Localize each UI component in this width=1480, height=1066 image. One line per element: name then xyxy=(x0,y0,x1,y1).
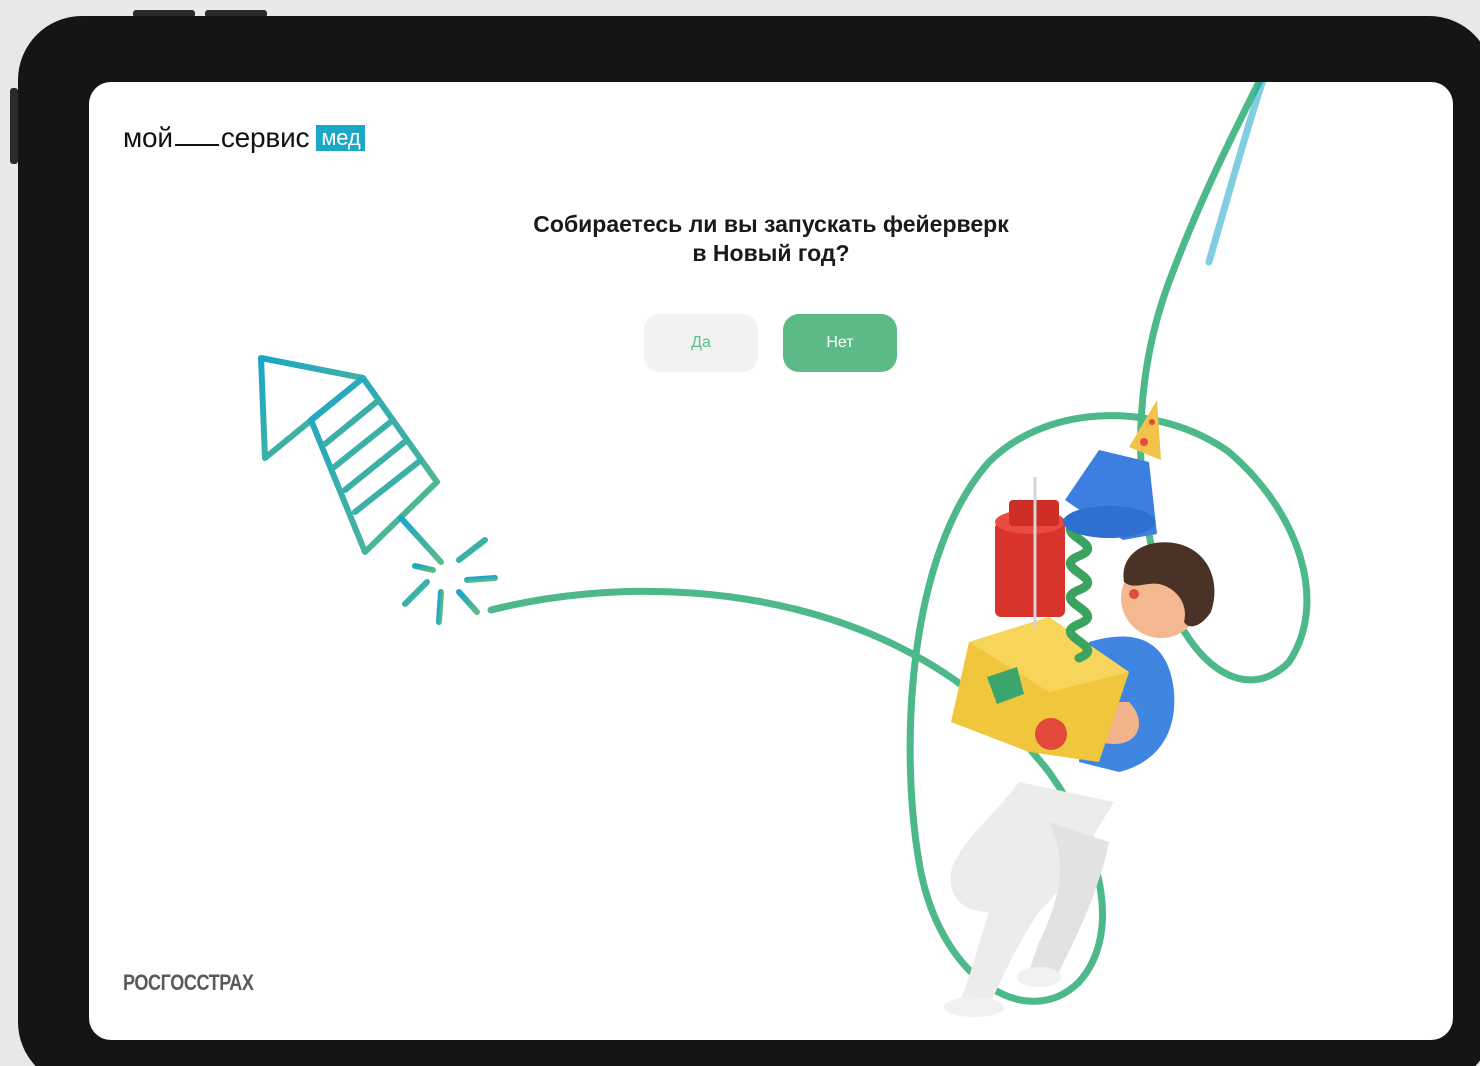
page: мой сервис мед Собираетесь ли вы запуска… xyxy=(0,0,1480,1066)
person-with-gifts-illustration xyxy=(944,400,1215,1017)
yes-button[interactable]: Да xyxy=(644,314,758,372)
brand-separator xyxy=(174,144,219,146)
question-line-2: в Новый год? xyxy=(692,240,850,266)
brand-logo: мой сервис мед xyxy=(123,122,366,154)
firework-rocket-icon xyxy=(258,355,498,625)
question-line-1: Собираетесь ли вы запускать фейерверк xyxy=(533,211,1009,237)
brand-part2: сервис xyxy=(220,122,310,153)
power-hardware-button xyxy=(10,88,18,164)
brand-part1: мой xyxy=(123,122,173,153)
company-logo: РОСГОССТРАХ xyxy=(123,970,254,995)
question-title: Собираетесь ли вы запускать фейерверк в … xyxy=(471,210,1071,268)
tablet-screen: мой сервис мед Собираетесь ли вы запуска… xyxy=(89,82,1453,1040)
tablet-frame: мой сервис мед Собираетесь ли вы запуска… xyxy=(18,16,1480,1066)
brand-badge: мед xyxy=(316,125,366,151)
no-button[interactable]: Нет xyxy=(783,314,897,372)
